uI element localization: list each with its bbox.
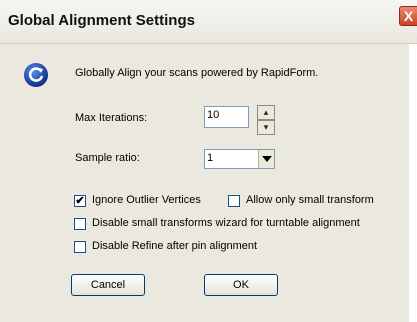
disable-wizard-label: Disable small transforms wizard for turn… (92, 217, 360, 229)
close-button[interactable]: X (399, 6, 417, 26)
ok-button[interactable]: OK (204, 274, 278, 296)
disable-refine-checkbox[interactable] (74, 241, 86, 253)
close-icon: X (403, 8, 414, 24)
ignore-outlier-label: Ignore Outlier Vertices (92, 194, 201, 206)
cancel-button[interactable]: Cancel (71, 274, 145, 296)
window-title: Global Alignment Settings (8, 12, 195, 29)
dialog-description: Globally Align your scans powered by Rap… (75, 67, 319, 79)
spin-up-button[interactable]: ▴ (257, 105, 275, 120)
max-iterations-input[interactable]: 10 (204, 106, 249, 128)
max-iterations-value: 10 (207, 109, 220, 121)
sample-ratio-value: 1 (207, 152, 214, 164)
small-transform-checkbox[interactable] (228, 195, 240, 207)
disable-wizard-checkbox[interactable] (74, 218, 86, 230)
refresh-circle-icon (24, 63, 48, 87)
max-iterations-label: Max Iterations: (75, 112, 148, 124)
spin-down-button[interactable]: ▾ (257, 120, 275, 135)
chevron-down-icon[interactable] (258, 150, 274, 168)
ignore-outlier-checkbox[interactable]: ✔ (74, 195, 86, 207)
title-bar: Global Alignment Settings X (0, 0, 417, 44)
small-transform-label: Allow only small transform (246, 194, 374, 206)
disable-refine-label: Disable Refine after pin alignment (92, 240, 258, 252)
window-right-edge (409, 44, 417, 322)
sample-ratio-label: Sample ratio: (75, 152, 140, 164)
